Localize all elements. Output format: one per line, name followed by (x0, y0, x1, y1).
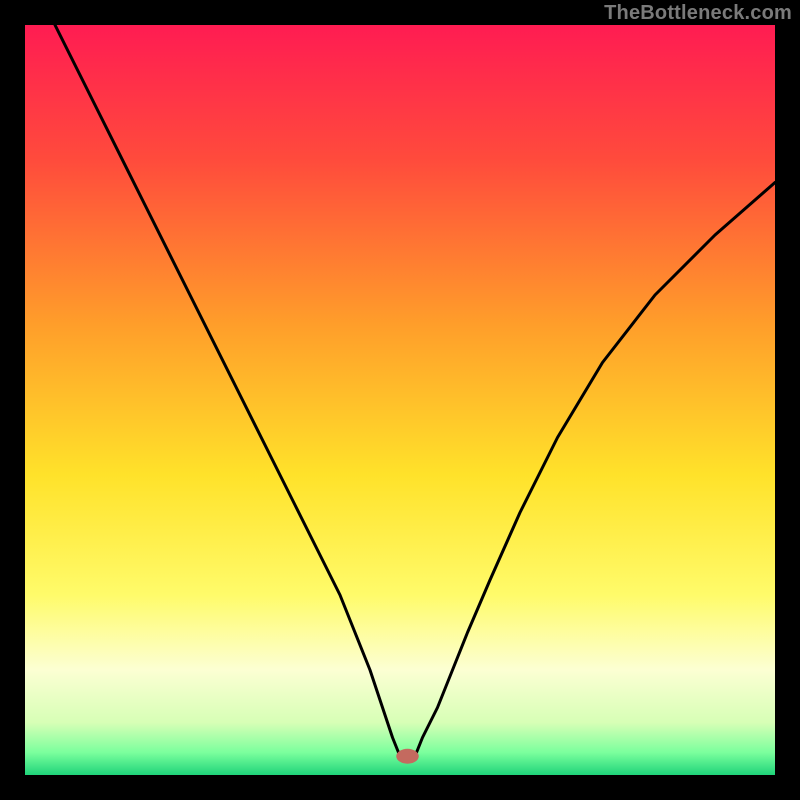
min-point-marker (396, 749, 419, 764)
watermark-text: TheBottleneck.com (604, 2, 792, 25)
bottleneck-chart (25, 25, 775, 775)
plot-background (25, 25, 775, 775)
chart-frame: TheBottleneck.com (0, 0, 800, 800)
